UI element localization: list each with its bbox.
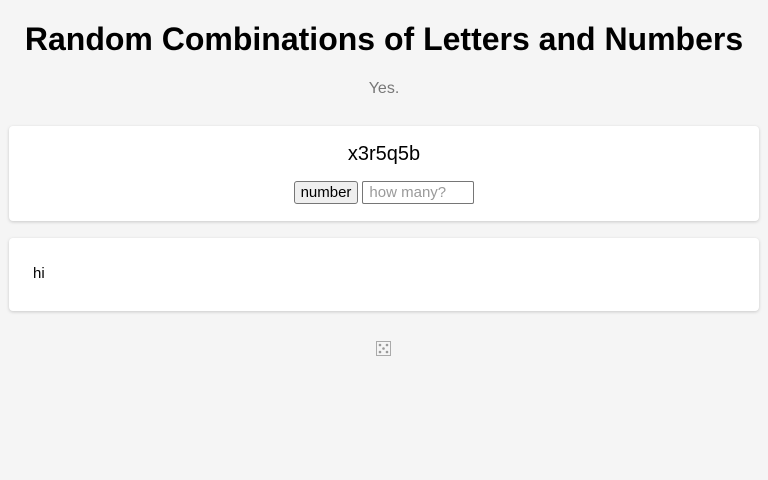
how-many-input[interactable] — [362, 181, 475, 204]
message-card: hi — [9, 238, 759, 311]
dice-icon[interactable] — [376, 341, 391, 356]
message-text: hi — [33, 265, 45, 282]
page-title: Random Combinations of Letters and Numbe… — [24, 21, 744, 57]
random-result: x3r5q5b — [347, 143, 421, 165]
page-subtitle: Yes. — [368, 80, 400, 97]
number-button[interactable]: number — [293, 181, 359, 204]
generator-controls: number — [9, 181, 759, 204]
generator-card: x3r5q5b number — [9, 126, 759, 221]
